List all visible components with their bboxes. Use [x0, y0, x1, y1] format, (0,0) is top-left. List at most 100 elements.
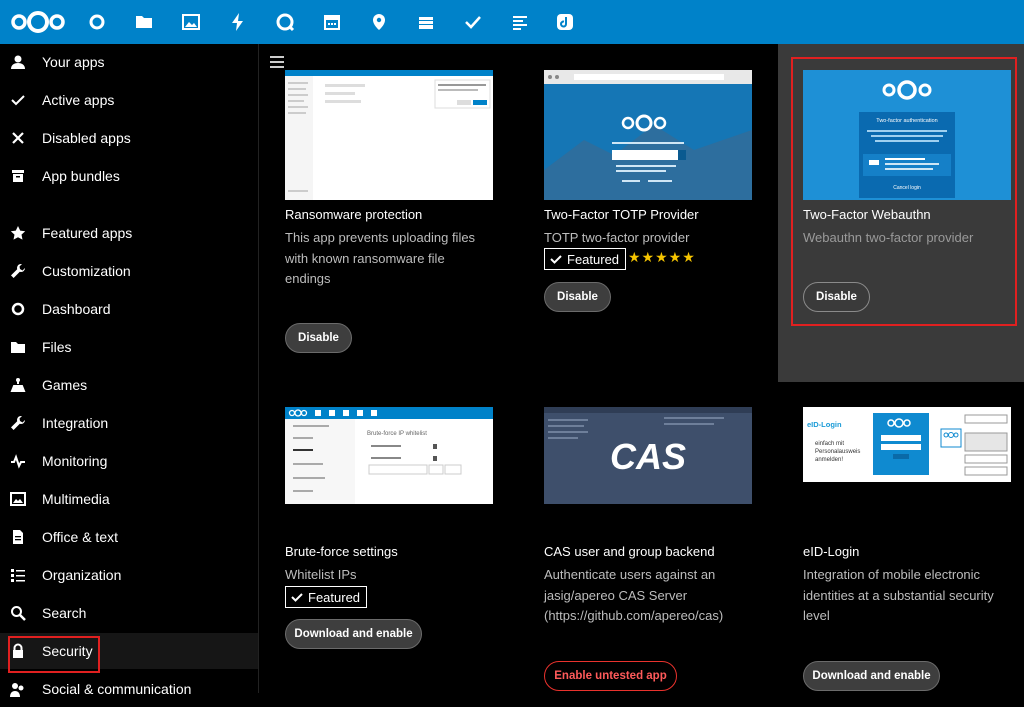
sidebar-item-label: App bundles — [42, 168, 120, 184]
rating-stars: ★★★★★ — [628, 249, 696, 265]
app-name: CAS user and group backend — [544, 544, 715, 559]
app-name: eID-Login — [803, 544, 860, 559]
nextcloud-logo[interactable] — [10, 10, 66, 34]
app-description: Integration of mobile electronic identit… — [803, 567, 994, 623]
disable-button[interactable]: Disable — [285, 323, 352, 353]
talk-icon[interactable] — [275, 12, 295, 32]
sidebar-item-featured-apps[interactable]: Featured apps — [0, 215, 258, 251]
document-icon — [10, 529, 26, 545]
sidebar-item-label: Customization — [42, 263, 131, 279]
enable-untested-app-button[interactable]: Enable untested app — [544, 661, 677, 691]
sidebar-item-disabled-apps[interactable]: Disabled apps — [0, 120, 258, 156]
app-screenshot: CAS — [544, 407, 752, 504]
app-icon[interactable] — [555, 12, 575, 32]
security-highlight-box — [8, 636, 100, 673]
dashboard-icon[interactable] — [87, 12, 107, 32]
sidebar-item-dashboard[interactable]: Dashboard — [0, 291, 258, 327]
sidebar-item-label: Games — [42, 377, 88, 393]
brute-force-screenshot-title: Brute-force IP whitelist — [367, 431, 427, 437]
app-screenshot: eID-Login einfach mit Personalausweis an… — [803, 407, 1011, 482]
app-name: Ransomware protection — [285, 207, 423, 222]
sidebar-item-games[interactable]: Games — [0, 367, 258, 403]
wrench-icon — [10, 263, 26, 279]
sidebar-item-your-apps[interactable]: Your apps — [0, 44, 258, 80]
sidebar-item-label: Featured apps — [42, 225, 133, 241]
app-description: Authenticate users against an jasig/aper… — [544, 567, 724, 623]
activity-icon[interactable] — [228, 12, 248, 32]
app-categories-sidebar: Your apps Active apps Disabled apps App … — [0, 44, 259, 697]
sidebar-item-label: Your apps — [42, 54, 105, 70]
app-description: Whitelist IPs — [285, 567, 357, 582]
sidebar-item-label: Active apps — [42, 92, 115, 108]
sidebar-item-multimedia[interactable]: Multimedia — [0, 481, 258, 517]
app-screenshot — [544, 70, 752, 200]
deck-icon[interactable] — [416, 12, 436, 32]
folder-icon — [10, 339, 26, 355]
calendar-icon[interactable] — [322, 12, 342, 32]
app-card-cas-user-group-backend[interactable]: CAS CAS user and group backend Authentic… — [544, 407, 754, 693]
sidebar-item-social-communication[interactable]: Social & communication — [0, 671, 258, 707]
sidebar-item-app-bundles[interactable]: App bundles — [0, 158, 258, 194]
app-card-ransomware-protection[interactable]: Ransomware protection This app prevents … — [285, 70, 495, 370]
featured-label: Featured — [567, 251, 620, 267]
star-icon — [10, 225, 26, 241]
list-icon — [10, 567, 26, 583]
app-card-two-factor-totp[interactable]: Two-Factor TOTP Provider TOTP two-factor… — [544, 70, 754, 320]
svg-text:Personalausweis: Personalausweis — [815, 449, 860, 455]
featured-badge: Featured — [544, 248, 627, 270]
circle-icon — [10, 301, 26, 317]
sidebar-item-label: Organization — [42, 567, 122, 583]
photos-icon[interactable] — [181, 12, 201, 32]
sidebar-item-organization[interactable]: Organization — [0, 557, 258, 593]
sidebar-item-active-apps[interactable]: Active apps — [0, 82, 258, 118]
sidebar-item-office-text[interactable]: Office & text — [0, 519, 258, 555]
integration-icon — [10, 415, 26, 431]
sidebar-item-label: Multimedia — [42, 491, 110, 507]
sidebar-item-search[interactable]: Search — [0, 595, 258, 631]
app-description: TOTP two-factor provider — [544, 230, 690, 245]
tasks-icon[interactable] — [463, 12, 483, 32]
social-icon — [10, 681, 26, 697]
sidebar-item-label: Monitoring — [42, 453, 108, 469]
user-icon — [10, 54, 26, 70]
download-and-enable-button[interactable]: Download and enable — [285, 619, 422, 649]
disable-button[interactable]: Disable — [544, 282, 611, 312]
games-icon — [10, 377, 26, 393]
featured-label: Featured — [308, 589, 361, 605]
top-navigation-bar — [0, 0, 1024, 44]
menu-toggle-icon[interactable] — [270, 55, 284, 69]
featured-badge: Featured — [285, 586, 368, 608]
sidebar-item-files[interactable]: Files — [0, 329, 258, 365]
app-name: Two-Factor TOTP Provider — [544, 207, 699, 222]
eid-logo-text: eID-Login — [807, 420, 842, 429]
search-icon — [10, 605, 26, 621]
sidebar-item-label: Social & communication — [42, 681, 192, 697]
check-icon — [10, 92, 26, 108]
app-screenshot: Brute-force IP whitelist — [285, 407, 493, 504]
check-icon — [550, 255, 562, 264]
app-card-brute-force-settings[interactable]: Brute-force IP whitelist Brute-force set… — [285, 407, 495, 657]
sidebar-item-label: Integration — [42, 415, 109, 431]
sidebar-item-label: Disabled apps — [42, 130, 131, 146]
selected-app-highlight — [791, 57, 1017, 326]
sidebar-item-label: Dashboard — [42, 301, 111, 317]
close-icon — [10, 130, 26, 146]
sidebar-item-customization[interactable]: Customization — [0, 253, 258, 289]
files-icon[interactable] — [134, 12, 154, 32]
monitoring-icon — [10, 453, 26, 469]
image-icon — [10, 491, 26, 507]
sidebar-item-label: Search — [42, 605, 87, 621]
svg-text:anmelden!: anmelden! — [815, 457, 843, 463]
check-icon — [291, 593, 303, 602]
sidebar-item-monitoring[interactable]: Monitoring — [0, 443, 258, 479]
notes-icon[interactable] — [510, 12, 530, 32]
maps-icon[interactable] — [369, 12, 389, 32]
cas-logo-text: CAS — [610, 436, 686, 477]
sidebar-item-integration[interactable]: Integration — [0, 405, 258, 441]
sidebar-item-label: Office & text — [42, 529, 118, 545]
archive-icon — [10, 168, 26, 184]
app-card-eid-login[interactable]: eID-Login einfach mit Personalausweis an… — [803, 407, 1013, 693]
download-and-enable-button[interactable]: Download and enable — [803, 661, 940, 691]
app-name: Brute-force settings — [285, 544, 398, 559]
app-screenshot — [285, 70, 493, 200]
